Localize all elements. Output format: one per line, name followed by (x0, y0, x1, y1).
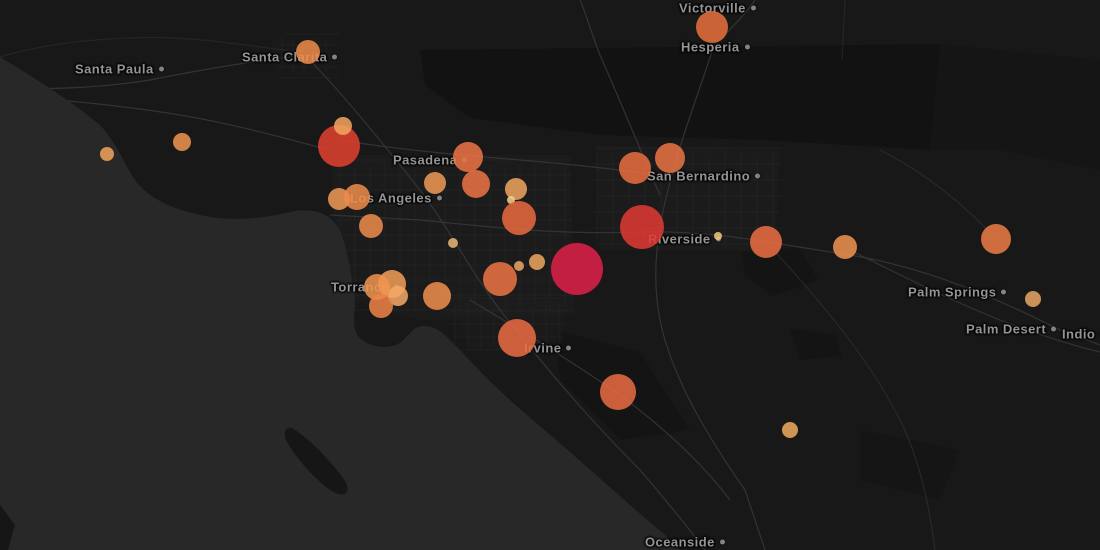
map-bubble[interactable] (529, 254, 545, 270)
map-bubble[interactable] (100, 147, 114, 161)
map-bubble[interactable] (448, 238, 458, 248)
bubble-layer-svg (0, 0, 1100, 550)
map-bubble[interactable] (514, 261, 524, 271)
map-bubble[interactable] (714, 232, 722, 240)
map-bubble[interactable] (620, 205, 664, 249)
map-bubble[interactable] (296, 40, 320, 64)
map-bubble[interactable] (981, 224, 1011, 254)
map-bubble[interactable] (173, 133, 191, 151)
map-bubble[interactable] (505, 178, 527, 200)
map-bubble[interactable] (619, 152, 651, 184)
map-bubble[interactable] (750, 226, 782, 258)
bubble-layer (100, 11, 1041, 438)
map-bubble[interactable] (344, 184, 370, 210)
map-bubble[interactable] (483, 262, 517, 296)
map-bubble[interactable] (551, 243, 603, 295)
map-bubble[interactable] (782, 422, 798, 438)
map-bubble[interactable] (833, 235, 857, 259)
map-bubble[interactable] (696, 11, 728, 43)
map-bubble[interactable] (498, 319, 536, 357)
map-canvas[interactable]: Santa PaulaSanta ClaritaVictorvilleHespe… (0, 0, 1100, 550)
map-bubble[interactable] (453, 142, 483, 172)
map-bubble[interactable] (600, 374, 636, 410)
map-bubble[interactable] (424, 172, 446, 194)
map-bubble[interactable] (423, 282, 451, 310)
map-bubble[interactable] (359, 214, 383, 238)
map-bubble[interactable] (1025, 291, 1041, 307)
map-bubble[interactable] (462, 170, 490, 198)
map-bubble[interactable] (334, 117, 352, 135)
map-bubble[interactable] (369, 294, 393, 318)
map-bubble[interactable] (655, 143, 685, 173)
map-bubble[interactable] (502, 201, 536, 235)
